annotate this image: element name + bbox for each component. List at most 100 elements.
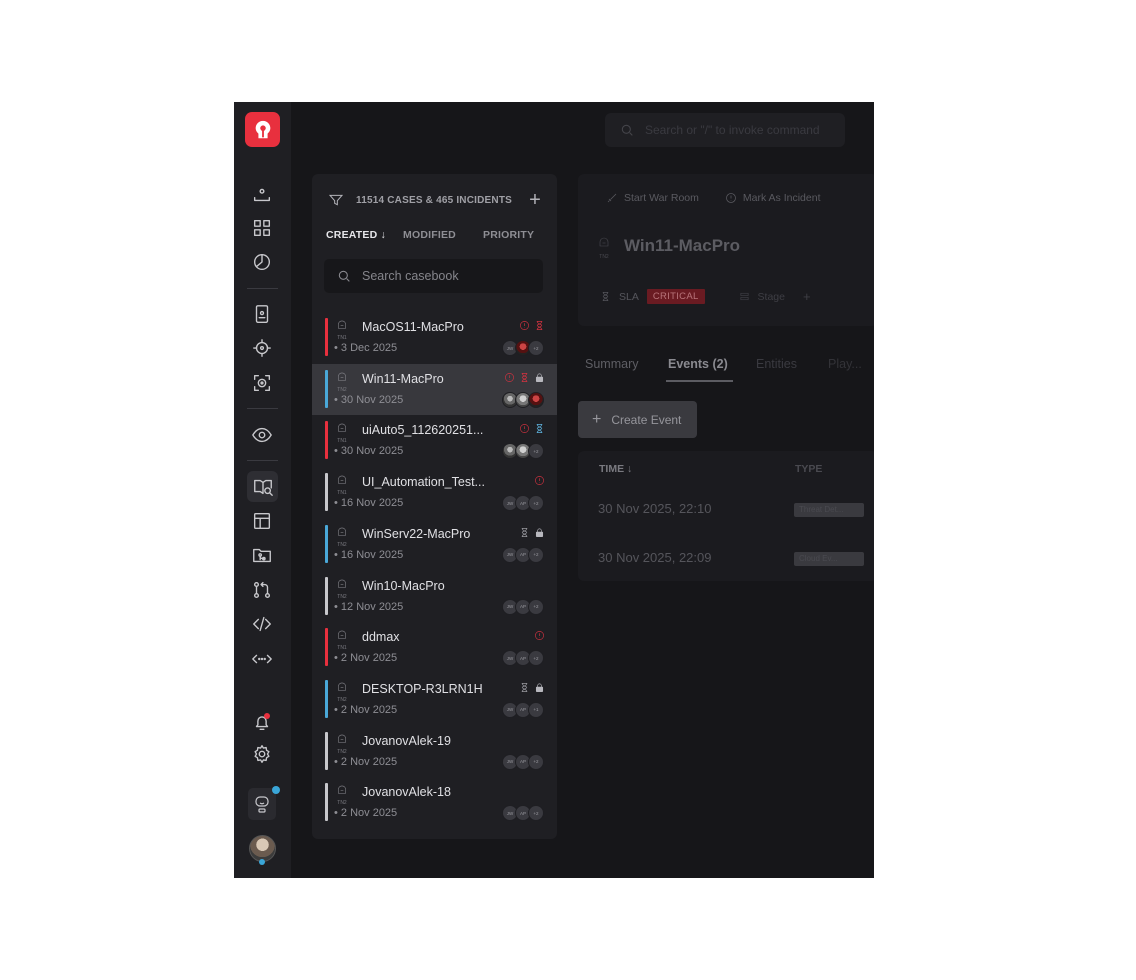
- case-name: Win10-MacPro: [362, 578, 445, 593]
- case-type-badge: TN2: [337, 696, 347, 703]
- case-flags: [534, 475, 545, 486]
- create-event-label: Create Event: [611, 412, 682, 427]
- target-scan-icon[interactable]: [248, 369, 276, 397]
- type-column-header: TYPE: [795, 463, 823, 475]
- git-folder-icon[interactable]: [248, 541, 276, 569]
- filter-icon[interactable]: [328, 192, 344, 208]
- tab-playbooks[interactable]: Play...: [828, 357, 862, 371]
- rail-divider: [247, 408, 278, 409]
- case-accent-bar: [325, 731, 328, 770]
- case-type-badge: TN2: [337, 386, 347, 393]
- bell-icon[interactable]: [248, 708, 276, 736]
- hourglass-icon: [519, 682, 530, 693]
- sla-label: SLA: [619, 290, 639, 303]
- lock-icon: [534, 527, 545, 538]
- eye-icon[interactable]: [248, 421, 276, 449]
- case-row[interactable]: TN1 MacOS11-MacPro • 3 Dec 2025 JW +2: [312, 312, 557, 364]
- mark-as-incident-button[interactable]: Mark As Incident: [725, 192, 821, 204]
- case-row[interactable]: TN1 ddmax • 2 Nov 2025 JW AP +2: [312, 622, 557, 674]
- pull-request-icon[interactable]: [248, 576, 276, 604]
- avatar: +2: [528, 650, 544, 667]
- hourglass-icon: [519, 527, 530, 538]
- case-name: uiAuto5_112620251...: [362, 423, 484, 438]
- case-accent-bar: [325, 318, 328, 356]
- casebook-panel: 11514 CASES & 465 INCIDENTS + CREATED ↓ …: [312, 174, 557, 839]
- bot-icon[interactable]: [248, 788, 276, 820]
- add-case-button[interactable]: +: [529, 190, 541, 210]
- left-rail: [234, 102, 291, 878]
- alert-circle-icon: [726, 193, 736, 203]
- alert-icon: [534, 630, 545, 641]
- case-row[interactable]: TN2 DESKTOP-R3LRN1H • 2 Nov 2025 JW AP +1: [312, 674, 557, 726]
- case-type-icon: TN2: [336, 370, 350, 392]
- case-row[interactable]: TN1 uiAuto5_112620251... • 30 Nov 2025 +2: [312, 415, 557, 467]
- case-flags: [519, 423, 545, 434]
- case-accent-bar: [325, 473, 328, 512]
- pie-chart-icon[interactable]: [248, 248, 276, 276]
- home-icon[interactable]: [248, 180, 276, 208]
- case-date: • 2 Nov 2025: [334, 652, 398, 665]
- alert-icon: [504, 372, 515, 383]
- time-column-header[interactable]: TIME ↓: [599, 463, 632, 475]
- tab-events[interactable]: Events (2): [668, 357, 756, 371]
- case-flags: [519, 320, 545, 331]
- phone-contact-icon[interactable]: [248, 300, 276, 328]
- alert-icon: [519, 320, 530, 331]
- tab-summary[interactable]: Summary: [585, 357, 668, 371]
- case-type-badge: TN2: [337, 541, 347, 548]
- case-row[interactable]: TN1 UI_Automation_Test... • 16 Nov 2025 JW A…: [312, 467, 557, 519]
- avatar: +2: [528, 495, 544, 512]
- case-actions: Start War Room Mark As Incident: [606, 192, 821, 204]
- add-stage-button[interactable]: +: [803, 289, 811, 304]
- case-accent-bar: [325, 421, 328, 460]
- case-accent-bar: [325, 628, 328, 667]
- case-type-icon: TN2: [336, 783, 350, 806]
- command-search[interactable]: Search or "/" to invoke command: [605, 113, 845, 147]
- start-war-room-button[interactable]: Start War Room: [606, 192, 699, 204]
- page-title: Win11-MacPro: [624, 236, 741, 255]
- case-accent-bar: [325, 369, 328, 408]
- grid-icon[interactable]: [248, 214, 276, 242]
- sort-tab-priority[interactable]: PRIORITY: [483, 229, 534, 241]
- case-name: MacOS11-MacPro: [362, 320, 464, 334]
- case-accent-bar: [325, 679, 328, 718]
- case-date: • 3 Dec 2025: [334, 342, 398, 354]
- assignee-avatars: JW AP +2: [502, 598, 544, 615]
- case-flags: [519, 682, 545, 693]
- online-indicator: [259, 859, 265, 865]
- sla-row: SLA CRITICAL Stage +: [600, 289, 811, 304]
- events-table: TIME ↓ TYPE 30 Nov 2025, 22:10 Threat De…: [578, 451, 874, 581]
- casebook-icon[interactable]: [247, 471, 278, 502]
- case-type-badge: TN2: [337, 800, 347, 807]
- crosshair-icon[interactable]: [248, 334, 276, 362]
- case-row[interactable]: TN2 WinServ22-MacPro • 16 Nov 2025 JW AP +2: [312, 519, 557, 571]
- code-icon[interactable]: [248, 610, 276, 638]
- avatar: [528, 391, 544, 408]
- tab-entities[interactable]: Entities: [756, 357, 828, 371]
- case-row[interactable]: TN2 JovanovAlek-19 • 2 Nov 2025 JW AP +2: [312, 726, 557, 778]
- casebook-search-input[interactable]: Search casebook: [324, 259, 543, 293]
- logo-icon[interactable]: [245, 112, 280, 147]
- case-row[interactable]: TN2 Win10-MacPro • 12 Nov 2025 JW AP +2: [312, 571, 557, 623]
- gear-icon[interactable]: [248, 740, 276, 768]
- case-name: JovanovAlek-19: [362, 733, 451, 748]
- case-row[interactable]: TN2 JovanovAlek-18 • 2 Nov 2025 JW AP +2: [312, 777, 557, 829]
- case-date: • 2 Nov 2025: [334, 807, 398, 820]
- avatar[interactable]: [249, 835, 276, 862]
- stage-selector[interactable]: Stage +: [739, 289, 811, 304]
- case-type-icon: TN2: [336, 577, 350, 599]
- layout-icon[interactable]: [248, 507, 276, 535]
- avatar: +2: [528, 805, 544, 822]
- case-row[interactable]: TN2 Win11-MacPro • 30 Nov 2025: [312, 363, 557, 416]
- create-event-button[interactable]: + Create Event: [578, 401, 697, 438]
- assignee-avatars: JW AP +2: [502, 753, 544, 770]
- sort-tabs: CREATED ↓ MODIFIED PRIORITY: [326, 229, 534, 241]
- case-name: DESKTOP-R3LRN1H: [362, 681, 483, 696]
- assignee-avatars: [502, 391, 544, 408]
- sort-tab-created[interactable]: CREATED ↓: [326, 229, 403, 241]
- api-icon[interactable]: [248, 645, 276, 673]
- case-flags: [504, 372, 545, 383]
- sort-tab-modified[interactable]: MODIFIED: [403, 229, 483, 241]
- avatar: +2: [528, 340, 544, 356]
- detail-tabs: Summary Events (2) Entities Play...: [585, 357, 862, 371]
